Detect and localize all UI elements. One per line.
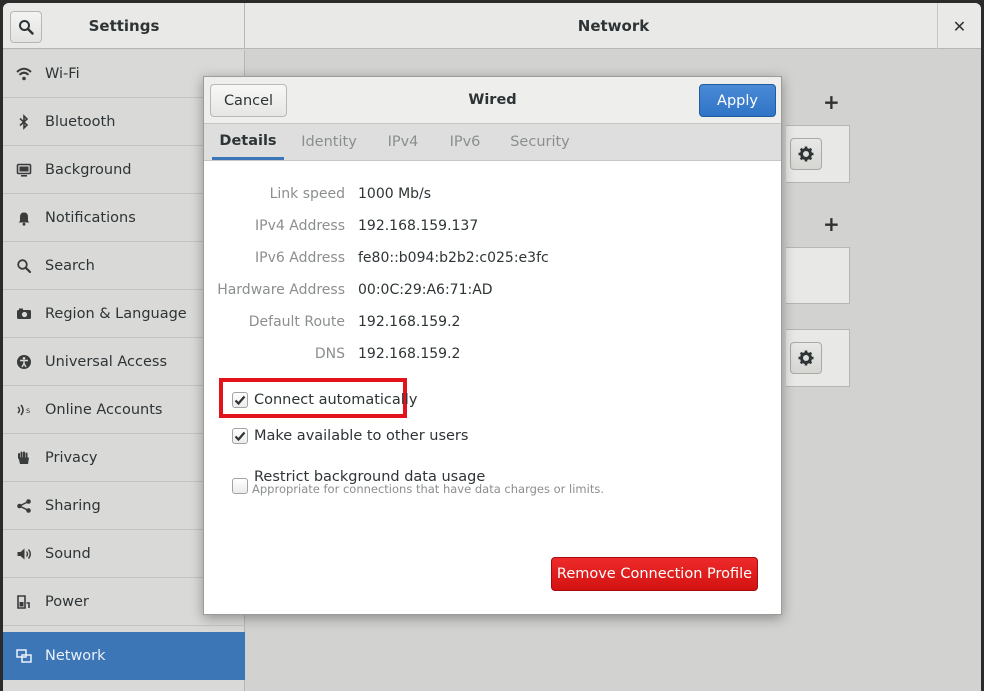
add-connection-icon[interactable]: + xyxy=(823,90,840,114)
sidebar-item-label: Sharing xyxy=(45,497,101,514)
tab-ipv4[interactable]: IPv4 xyxy=(378,124,428,160)
connect-automatically-checkbox[interactable] xyxy=(232,392,248,408)
hand-icon xyxy=(3,450,45,466)
add-vpn-icon[interactable]: + xyxy=(823,212,840,236)
gear-icon xyxy=(798,350,814,366)
ipv6-address-value: fe80::b094:b2b2:c025:e3fc xyxy=(358,250,549,266)
tab-security[interactable]: Security xyxy=(502,124,578,160)
tab-details[interactable]: Details xyxy=(212,124,284,160)
sidebar-item-label: Privacy xyxy=(45,449,98,466)
vpn-card xyxy=(786,247,850,304)
checkmark-icon xyxy=(234,395,246,406)
make-available-label: Make available to other users xyxy=(254,428,469,444)
connect-automatically-option[interactable]: Connect automatically xyxy=(232,392,417,408)
page-title: Network xyxy=(577,17,650,35)
default-route-label: Default Route xyxy=(248,314,345,330)
tab-ipv6[interactable]: IPv6 xyxy=(440,124,490,160)
speaker-icon xyxy=(3,546,45,562)
sidebar-item-label: Online Accounts xyxy=(45,401,163,418)
power-icon xyxy=(3,594,45,610)
cancel-button[interactable]: Cancel xyxy=(210,84,287,117)
settings-title: Settings xyxy=(88,17,160,35)
sidebar-item-label: Universal Access xyxy=(45,353,168,370)
sidebar-item-label: Power xyxy=(45,593,89,610)
search-icon xyxy=(19,20,34,35)
default-route-value: 192.168.159.2 xyxy=(358,314,461,330)
link-speed-label: Link speed xyxy=(269,186,345,202)
dialog-title: Wired xyxy=(468,92,517,108)
wired-settings-button[interactable] xyxy=(790,138,822,170)
share-icon xyxy=(3,498,45,514)
header-bar: Settings Network ✕ xyxy=(3,3,981,49)
wired-dialog: Cancel Wired Apply Details Identity IPv4… xyxy=(203,76,782,615)
search-button[interactable] xyxy=(10,11,42,43)
restrict-background-sublabel: Appropriate for connections that have da… xyxy=(252,482,604,496)
svg-text:s: s xyxy=(26,406,30,415)
dialog-header: Cancel Wired Apply xyxy=(204,77,781,124)
link-speed-value: 1000 Mb/s xyxy=(358,186,432,202)
ipv6-address-label: IPv6 Address xyxy=(255,250,345,266)
proxy-settings-button[interactable] xyxy=(790,342,822,374)
close-button[interactable]: ✕ xyxy=(937,3,981,49)
close-icon: ✕ xyxy=(952,16,967,36)
hardware-address-value: 00:0C:29:A6:71:AD xyxy=(358,282,493,298)
wifi-icon xyxy=(3,66,45,82)
background-icon xyxy=(3,162,45,178)
make-available-checkbox[interactable] xyxy=(232,428,248,444)
make-available-option[interactable]: Make available to other users xyxy=(232,428,468,444)
proxy-card xyxy=(786,329,850,387)
sidebar-item-label: Sound xyxy=(45,545,91,562)
sidebar-item-label: Bluetooth xyxy=(45,113,116,130)
checkmark-icon xyxy=(234,431,246,442)
gear-icon xyxy=(798,146,814,162)
tab-identity[interactable]: Identity xyxy=(294,124,364,160)
sidebar-header: Settings xyxy=(3,3,245,49)
search-icon xyxy=(3,258,45,274)
hardware-address-label: Hardware Address xyxy=(217,282,345,298)
bell-icon xyxy=(3,210,45,226)
remove-connection-profile-button[interactable]: Remove Connection Profile xyxy=(551,557,758,591)
bluetooth-icon xyxy=(3,113,45,130)
dns-value: 192.168.159.2 xyxy=(358,346,461,362)
online-accounts-icon: s xyxy=(3,402,45,418)
dns-label: DNS xyxy=(314,346,345,362)
sidebar-item-label: Background xyxy=(45,161,132,178)
ipv4-address-label: IPv4 Address xyxy=(255,218,345,234)
wired-card xyxy=(786,125,850,183)
sidebar-item-label: Search xyxy=(45,257,95,274)
sidebar-item-label: Notifications xyxy=(45,209,136,226)
camera-icon xyxy=(3,306,45,322)
sidebar-item-label: Region & Language xyxy=(45,305,187,322)
sidebar-item-label: Wi-Fi xyxy=(45,65,80,82)
sidebar-item-network[interactable]: Network xyxy=(3,632,245,680)
connect-automatically-label: Connect automatically xyxy=(254,392,418,408)
network-icon xyxy=(3,648,45,664)
restrict-background-checkbox[interactable] xyxy=(232,478,248,494)
sidebar-item-label: Network xyxy=(45,648,106,664)
apply-button[interactable]: Apply xyxy=(699,84,776,117)
ipv4-address-value: 192.168.159.137 xyxy=(358,218,479,234)
accessibility-icon xyxy=(3,354,45,370)
tab-bar: Details Identity IPv4 IPv6 Security xyxy=(204,124,781,161)
